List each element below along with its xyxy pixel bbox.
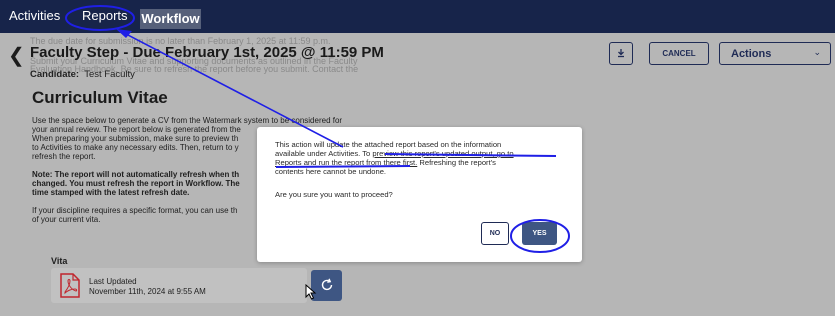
section-title: Curriculum Vitae xyxy=(32,88,168,107)
no-button[interactable]: NO xyxy=(481,222,509,245)
dialog-text-line: available under Activities. To preview t… xyxy=(275,149,514,158)
chevron-down-icon: ⌄ xyxy=(813,47,821,57)
dialog-text-part: available under Activities. To xyxy=(275,149,373,158)
paragraph-line: If your discipline requires a specific f… xyxy=(32,206,238,215)
confirm-dialog: This action will update the attached rep… xyxy=(257,127,582,262)
yes-button[interactable]: YES xyxy=(522,222,557,245)
nav-workflow[interactable]: Workflow xyxy=(140,9,201,29)
paragraph-line: to Activities to make any necessary edit… xyxy=(32,143,239,152)
download-button[interactable] xyxy=(609,42,633,65)
dialog-question: Are you sure you want to proceed? xyxy=(275,190,393,199)
actions-dropdown[interactable]: Actions ⌄ xyxy=(719,42,831,65)
paragraph-line: your annual review. The report below is … xyxy=(32,125,241,134)
paragraph-line: refresh the report. xyxy=(32,152,96,161)
note-line: time stamped with the latest refresh dat… xyxy=(32,188,190,197)
cancel-button[interactable]: CANCEL xyxy=(649,42,709,65)
dialog-text-line: Reports and run the report from there fi… xyxy=(275,158,496,167)
dialog-text-line: contents here cannot be undone. xyxy=(275,167,387,176)
dialog-text-part: Refreshing the report's xyxy=(417,158,496,167)
mouse-cursor-icon xyxy=(305,284,317,300)
top-nav: Activities Reports Workflow xyxy=(0,0,835,33)
vita-report-card[interactable]: Last Updated November 11th, 2024 at 9:55… xyxy=(51,268,307,303)
page-title: Faculty Step - Due February 1st, 2025 @ … xyxy=(30,44,384,61)
dialog-link-text: preview this report's updated output, go… xyxy=(372,149,514,158)
paragraph-line: When preparing your submission, make sur… xyxy=(32,134,239,143)
paragraph-line: of your current vita. xyxy=(32,215,101,224)
refresh-icon xyxy=(321,278,332,291)
back-chevron-icon[interactable]: ❮ xyxy=(8,43,25,68)
candidate-label: Candidate: xyxy=(30,69,80,80)
dialog-text-line: This action will update the attached rep… xyxy=(275,140,502,149)
vita-label: Vita xyxy=(51,256,68,266)
vita-last-updated-label: Last Updated xyxy=(89,277,137,286)
nav-reports[interactable]: Reports xyxy=(82,8,128,23)
dialog-link-text: Reports and run the report from there fi… xyxy=(275,158,418,167)
download-icon xyxy=(618,49,624,58)
note-line: changed. You must refresh the report in … xyxy=(32,179,240,188)
candidate-info: Candidate: Test Faculty xyxy=(30,69,135,80)
actions-label: Actions xyxy=(731,48,772,60)
pdf-icon xyxy=(60,273,80,298)
vita-last-updated-date: November 11th, 2024 at 9:55 AM xyxy=(89,287,206,296)
paragraph-line: Use the space below to generate a CV fro… xyxy=(32,116,343,125)
note-line: Note: The report will not automatically … xyxy=(32,170,240,179)
candidate-name: Test Faculty xyxy=(84,69,135,80)
nav-activities[interactable]: Activities xyxy=(9,8,60,23)
